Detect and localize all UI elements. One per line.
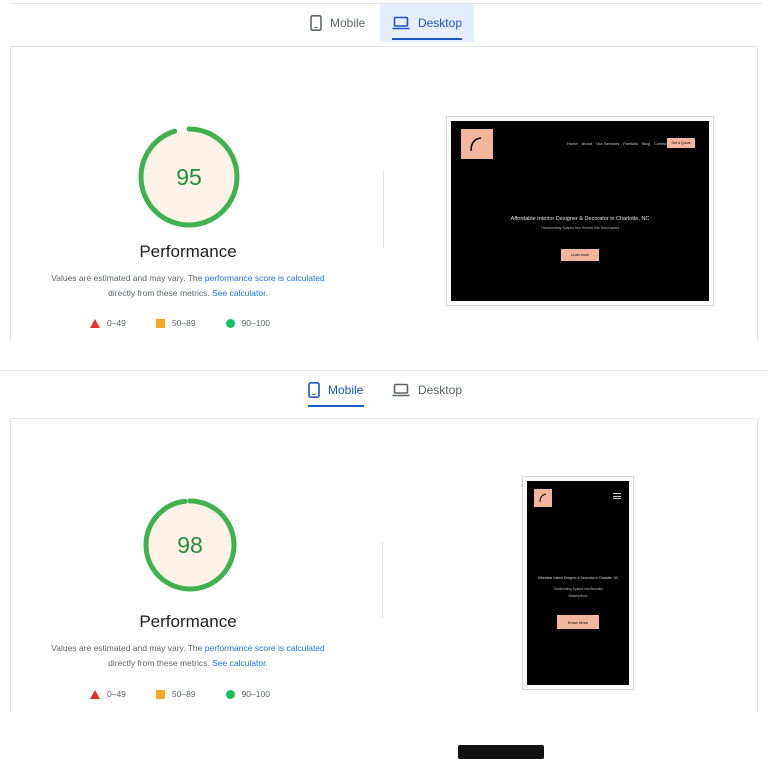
site-hero-button: Know More <box>557 615 599 629</box>
tab-desktop[interactable]: Desktop <box>380 371 474 409</box>
triangle-fail-icon <box>90 689 100 699</box>
desktop-screenshot-preview: Home About Our Services Portfolio Blog C… <box>447 117 713 305</box>
phone-icon <box>308 382 320 398</box>
site-cta-button: Get a Quote <box>667 138 695 148</box>
see-calculator-link[interactable]: See calculator. <box>212 658 268 668</box>
tab-mobile-label: Mobile <box>328 383 364 397</box>
circle-pass-icon <box>225 318 235 328</box>
tab-mobile[interactable]: Mobile <box>296 371 376 409</box>
performance-title: Performance <box>139 242 237 261</box>
site-hero-button: Learn more <box>561 249 599 261</box>
laptop-icon <box>392 383 410 397</box>
square-average-icon <box>155 689 165 699</box>
tab-desktop-label: Desktop <box>417 383 462 397</box>
site-headline: Affordable Interior Designer & Decorator… <box>537 576 619 580</box>
performance-score-link[interactable]: performance score is calculated <box>205 273 325 283</box>
site-logo <box>534 489 552 507</box>
performance-gauge: 98 <box>137 492 243 603</box>
score-value: 95 <box>176 164 202 190</box>
site-headline: Affordable Interior Designer & Decorator… <box>510 216 650 222</box>
site-subline: Transforming Spaces Into Homes Into Sanc… <box>540 226 620 230</box>
score-legend: 0–49 50–89 90–100 <box>90 318 300 328</box>
active-tab-indicator <box>392 38 462 40</box>
hamburger-icon <box>613 493 621 499</box>
square-average-icon <box>155 318 165 328</box>
tab-desktop-label: Desktop <box>417 16 462 30</box>
score-value: 98 <box>177 532 203 558</box>
active-tab-indicator <box>308 405 364 407</box>
site-logo <box>461 129 493 159</box>
tab-desktop[interactable]: Desktop <box>380 4 474 42</box>
site-nav: Home About Our Services Portfolio Blog C… <box>567 141 668 146</box>
score-description: Values are estimated and may vary. The p… <box>51 643 325 668</box>
tab-mobile-label: Mobile <box>330 16 366 30</box>
performance-title: Performance <box>139 612 237 631</box>
score-legend: 0–49 50–89 90–100 <box>90 689 300 699</box>
laptop-icon <box>392 16 410 30</box>
performance-score-link[interactable]: performance score is calculated <box>205 643 325 653</box>
triangle-fail-icon <box>90 318 100 328</box>
phone-icon <box>310 15 322 31</box>
dark-button-fragment <box>458 745 544 759</box>
score-description: Values are estimated and may vary. The p… <box>51 273 325 298</box>
site-subline-2: Masterpieces <box>568 594 588 598</box>
tab-mobile[interactable]: Mobile <box>298 4 380 42</box>
performance-gauge: 95 <box>136 124 242 235</box>
mobile-screenshot-preview: Affordable Interior Designer & Decorator… <box>523 477 633 689</box>
see-calculator-link[interactable]: See calculator. <box>212 288 268 298</box>
site-subline: Transforming Spaces Into Beautiful <box>553 587 603 591</box>
circle-pass-icon <box>225 689 235 699</box>
